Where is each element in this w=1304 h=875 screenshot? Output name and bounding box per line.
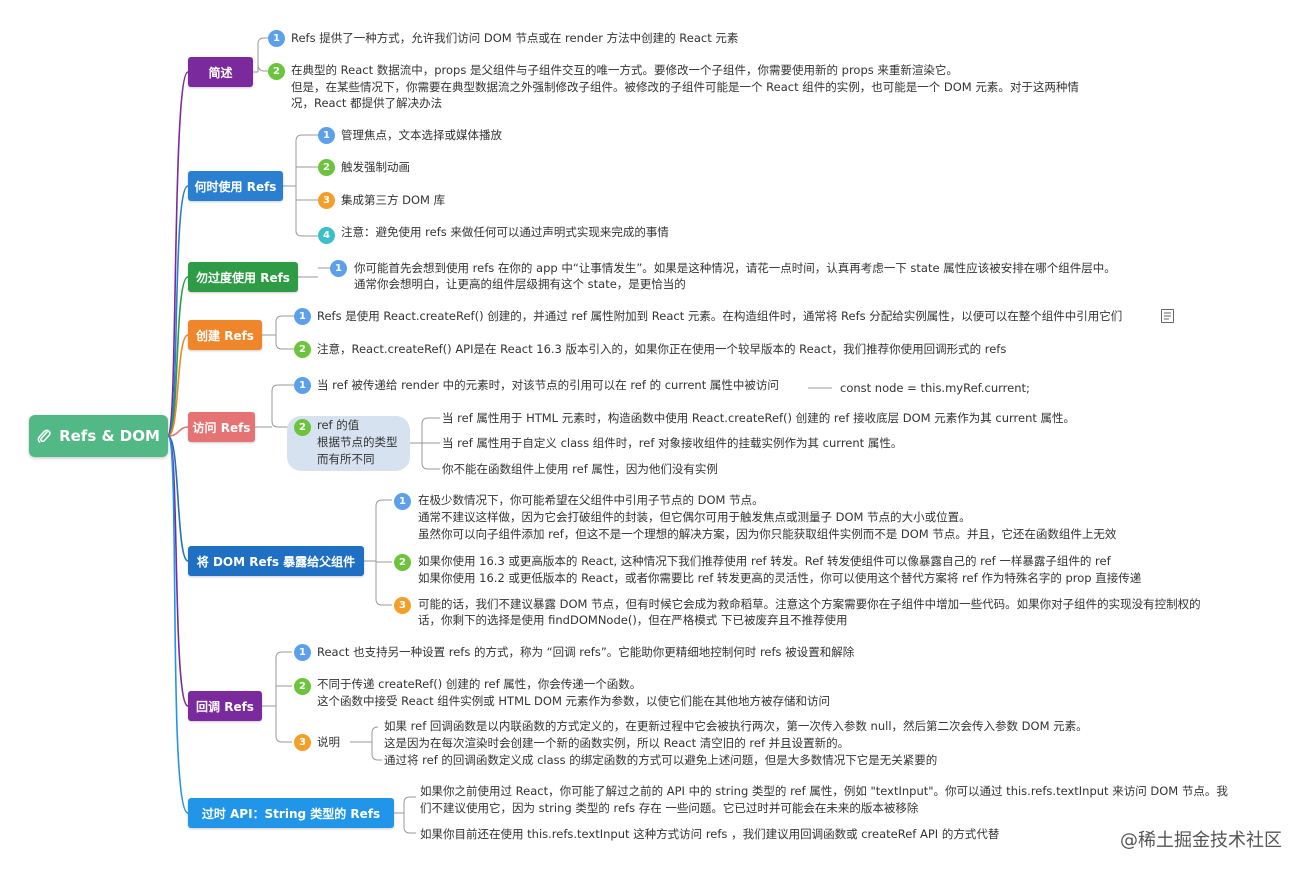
topic-overview[interactable]: 简述	[188, 57, 253, 87]
number-badge: 2	[294, 341, 311, 358]
expose-item-1-line-1[interactable]: 在极少数情况下，你可能希望在父组件中引用子节点的 DOM 节点。	[418, 492, 764, 508]
number-badge: 1	[268, 30, 285, 47]
expose-item-3-line-1[interactable]: 可能的话，我们不建议暴露 DOM 节点，但有时候它会成为救命稻草。注意这个方案需…	[418, 596, 1201, 612]
legacy-item-1-line-2: 们不建议使用它，因为 string 类型的 refs 存在 一些问题。它已过时并…	[420, 801, 919, 815]
note-icon[interactable]	[1161, 309, 1174, 323]
number-badge: 2	[394, 554, 411, 571]
number-badge: 1	[294, 308, 311, 325]
expose-item-3-line-2: 话，你剩下的选择是使用 findDOMNode()，但在严格模式 下已被废弃且不…	[418, 613, 848, 627]
number-badge: 3	[294, 734, 311, 751]
topic-expose[interactable]: 将 DOM Refs 暴露给父组件	[188, 546, 364, 576]
number-badge: 1	[330, 260, 347, 277]
number-badge: 4	[318, 227, 335, 244]
when-use-item-3[interactable]: 集成第三方 DOM 库	[341, 192, 445, 208]
callback-note-line-3: 通过将 ref 的回调函数定义成 class 的绑定函数的方式可以避免上述问题，…	[384, 753, 938, 767]
access-item-2-line-3: 而有所不同	[317, 452, 375, 466]
create-item-1[interactable]: Refs 是使用 React.createRef() 创建的，并通过 ref 属…	[317, 308, 1122, 324]
number-badge: 2	[294, 678, 311, 695]
number-badge: 2	[294, 419, 311, 436]
number-badge: 1	[294, 644, 311, 661]
no-overuse-line-1[interactable]: 你可能首先会想到使用 refs 在你的 app 中“让事情发生”。如果是这种情况…	[354, 260, 1116, 276]
expose-item-2-line-2: 如果你使用 16.2 或更低版本的 React，或者你需要比 ref 转发更高的…	[418, 571, 1142, 585]
number-badge: 3	[318, 192, 335, 209]
when-use-item-2[interactable]: 触发强制动画	[341, 159, 410, 175]
callback-note-line-2: 这是因为在每次渲染时会创建一个新的函数实例，所以 React 清空旧的 ref …	[384, 736, 850, 750]
paperclip-icon	[37, 428, 51, 444]
access-item-2-line-1: ref 的值	[317, 418, 360, 432]
root-node[interactable]: Refs & DOM	[29, 415, 168, 457]
branch-callback	[167, 435, 189, 707]
topic-callback[interactable]: 回调 Refs	[188, 691, 262, 721]
access-code[interactable]: const node = this.myRef.current;	[840, 380, 1030, 396]
expose-item-1-line-3: 虽然你可以向子组件添加 ref，但这不是一个理想的解决方案，因为你只能获取组件实…	[418, 527, 1117, 541]
expose-item-2-line-1[interactable]: 如果你使用 16.3 或更高版本的 React, 这种情况下我们推荐使用 ref…	[418, 553, 1111, 569]
callback-item-2-line-2: 这个函数中接受 React 组件实例或 HTML DOM 元素作为参数，以使它们…	[317, 694, 831, 708]
number-badge: 2	[318, 159, 335, 176]
number-badge: 3	[394, 597, 411, 614]
no-overuse-line-2: 通常你会想明白，让更高的组件层级拥有这个 state，是更恰当的	[354, 277, 686, 291]
callback-item-1[interactable]: React 也支持另一种设置 refs 的方式，称为 “回调 refs”。它能助…	[317, 644, 854, 660]
when-use-item-1[interactable]: 管理焦点，文本选择或媒体播放	[341, 127, 502, 143]
number-badge: 1	[394, 493, 411, 510]
number-badge: 2	[268, 63, 285, 80]
overview-item-2-line-1[interactable]: 在典型的 React 数据流中，props 是父组件与子组件交互的唯一方式。要修…	[291, 62, 958, 78]
root-label: Refs & DOM	[59, 427, 160, 445]
access-item-1[interactable]: 当 ref 被传递给 render 中的元素时，对该节点的引用可以在 ref 的…	[317, 377, 779, 393]
access-sub-3[interactable]: 你不能在函数组件上使用 ref 属性，因为他们没有实例	[442, 461, 718, 477]
number-badge: 1	[318, 127, 335, 144]
access-sub-2[interactable]: 当 ref 属性用于自定义 class 组件时，ref 对象接收组件的挂载实例作…	[442, 435, 902, 451]
number-badge: 1	[294, 377, 311, 394]
overview-item-2-line-2: 但是，在某些情况下，你需要在典型数据流之外强制修改子组件。被修改的子组件可能是一…	[291, 80, 1079, 94]
callback-item-3[interactable]: 说明	[317, 734, 340, 750]
topic-access[interactable]: 访问 Refs	[188, 412, 255, 442]
when-use-item-4[interactable]: 注意：避免使用 refs 来做任何可以通过声明式实现来完成的事情	[341, 224, 669, 240]
topic-when-use[interactable]: 何时使用 Refs	[188, 171, 283, 201]
overview-item-2-line-3: 况，React 都提供了解决办法	[291, 96, 443, 110]
callback-item-2-line-1[interactable]: 不同于传递 createRef() 创建的 ref 属性，你会传递一个函数。	[317, 676, 641, 692]
overview-item-1[interactable]: Refs 提供了一种方式，允许我们访问 DOM 节点或在 render 方法中创…	[291, 30, 738, 46]
watermark: @稀土掘金技术社区	[1120, 830, 1282, 851]
topic-create[interactable]: 创建 Refs	[188, 320, 262, 350]
legacy-item-1-line-1[interactable]: 如果你之前使用过 React，你可能了解过之前的 API 中的 string 类…	[420, 783, 1228, 799]
legacy-item-2[interactable]: 如果你目前还在使用 this.refs.textInput 这种方式访问 ref…	[420, 826, 999, 842]
create-item-2[interactable]: 注意，React.createRef() API是在 React 16.3 版本…	[317, 341, 1006, 357]
branch-when-use	[167, 185, 189, 437]
access-sub-1[interactable]: 当 ref 属性用于 HTML 元素时，构造函数中使用 React.create…	[442, 410, 1075, 426]
topic-legacy[interactable]: 过时 API：String 类型的 Refs	[188, 798, 394, 828]
access-item-2-line-2: 根据节点的类型	[317, 435, 398, 449]
topic-no-overuse[interactable]: 勿过度使用 Refs	[188, 262, 298, 292]
expose-item-1-line-2: 通常不建议这样做，因为它会打破组件的封装，但它偶尔可用于触发焦点或测量子 DOM…	[418, 510, 971, 524]
callback-note-line-1[interactable]: 如果 ref 回调函数是以内联函数的方式定义的，在更新过程中它会被执行两次，第一…	[384, 718, 1088, 734]
